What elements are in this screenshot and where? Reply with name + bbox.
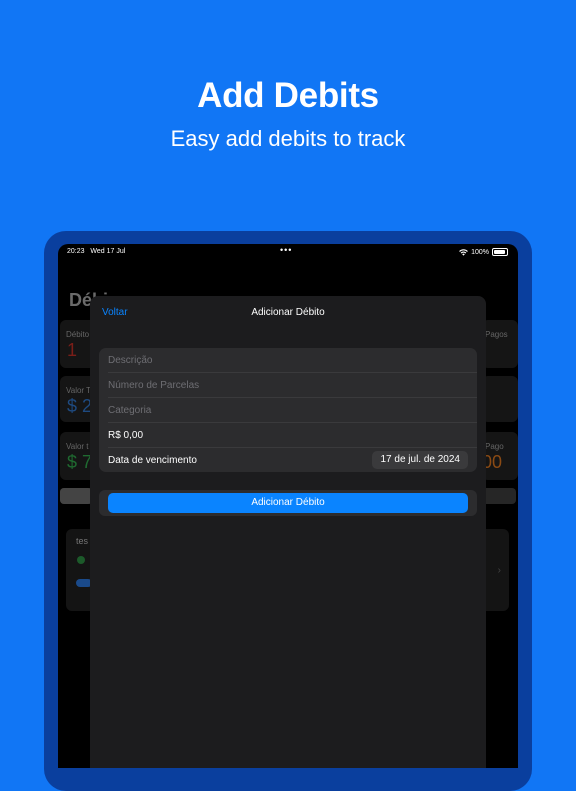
due-date-label: Data de vencimento [108,455,197,466]
card-value: 1 [67,340,78,360]
installments-field[interactable]: Número de Parcelas [108,373,477,398]
category-field[interactable]: Categoria [108,398,477,423]
background-card-paid-value: Pago 00 [482,432,518,480]
add-debit-button[interactable]: Adicionar Débito [108,493,468,513]
category-placeholder: Categoria [108,405,152,416]
description-field[interactable]: Descrição [108,348,477,373]
background-card-right-2 [482,376,518,422]
card-label: Valor T [66,386,92,395]
promo-subtitle: Easy add debits to track [170,126,406,151]
due-date-picker[interactable]: 17 de jul. de 2024 [372,451,468,469]
description-placeholder: Descrição [108,355,153,366]
installments-placeholder: Número de Parcelas [108,380,200,391]
amount-field[interactable]: R$ 0,00 [108,423,477,448]
background-card-paid: Pagos [482,320,518,368]
background-segment-selected [60,488,92,504]
money-icon [77,556,85,564]
card-value: $ 2 [67,396,93,416]
card-label: Débito [66,330,90,339]
card-value: $ 7 [67,452,93,472]
background-item-name: tes [76,536,89,546]
debit-form: Descrição Número de Parcelas Categoria R… [99,348,477,472]
card-label: Valor t [66,442,89,451]
card-label: Pago [485,442,504,451]
promo-title: Add Debits [197,76,379,115]
chevron-right-icon: › [497,565,501,576]
submit-section: Adicionar Débito [99,490,477,516]
amount-value: R$ 0,00 [108,430,144,441]
tablet-screen: 20:23 Wed 17 Jul ••• 100% Débi Débito 1 … [58,244,518,768]
card-label: Pagos [485,330,508,339]
modal-title: Adicionar Débito [251,307,325,318]
add-debit-modal: Voltar Adicionar Débito Descrição Número… [90,296,486,768]
due-date-row: Data de vencimento 17 de jul. de 2024 [108,448,477,472]
